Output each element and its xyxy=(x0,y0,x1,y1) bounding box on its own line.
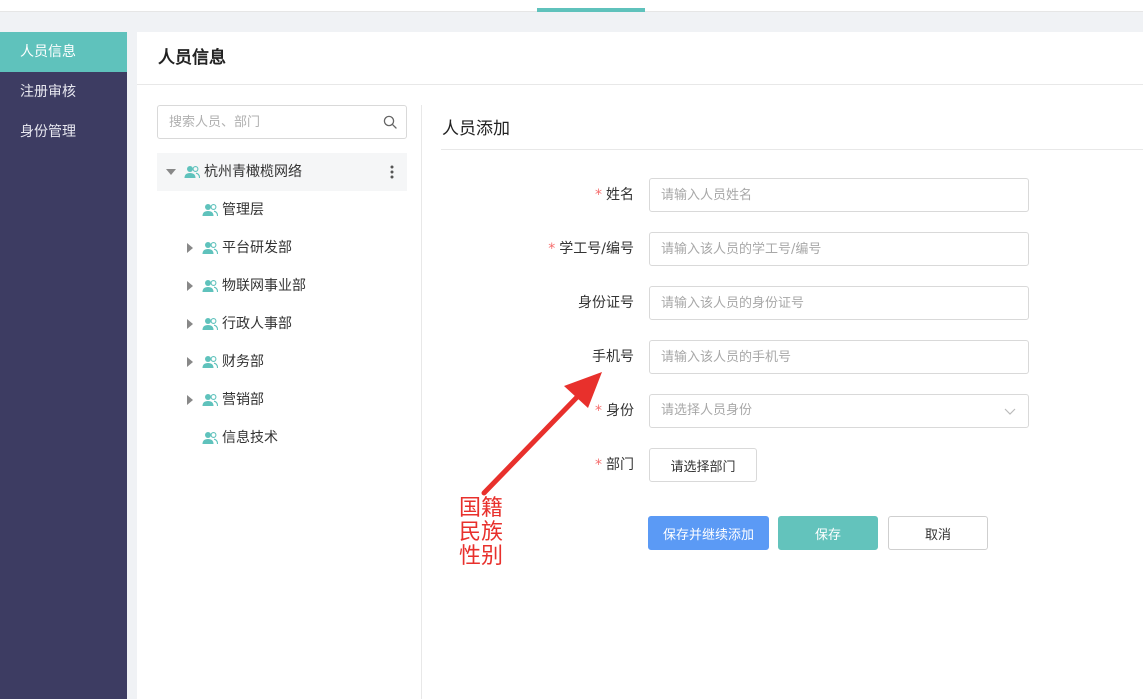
student-id-label: * 学工号/编号 xyxy=(548,241,634,257)
select-department-button[interactable]: 请选择部门 xyxy=(649,448,757,482)
form-row-student-id: * 学工号/编号 xyxy=(437,232,1037,266)
tree-node-platform-rd[interactable]: 平台研发部 xyxy=(157,229,407,267)
tree-node-finance[interactable]: 财务部 xyxy=(157,343,407,381)
users-icon xyxy=(202,242,218,255)
page-title: 人员信息 xyxy=(137,32,1143,85)
required-mark: * xyxy=(595,187,602,203)
name-label: * 姓名 xyxy=(595,187,634,203)
tree-node-label: 管理层 xyxy=(222,202,264,218)
tree-node-label: 物联网事业部 xyxy=(222,278,306,294)
phone-field-box xyxy=(649,340,1029,374)
save-and-continue-button[interactable]: 保存并继续添加 xyxy=(648,516,769,550)
users-icon xyxy=(202,432,218,445)
sidebar-item-identity-management[interactable]: 身份管理 xyxy=(0,112,127,152)
active-tab-indicator xyxy=(537,8,645,12)
tree-node-admin-hr[interactable]: 行政人事部 xyxy=(157,305,407,343)
caret-right-icon[interactable] xyxy=(184,305,196,343)
identity-select-placeholder: 请选择人员身份 xyxy=(661,403,753,418)
tree-node-label: 杭州青橄榄网络 xyxy=(204,164,302,180)
sidebar-item-registration-review[interactable]: 注册审核 xyxy=(0,72,127,112)
top-bar xyxy=(0,0,1143,12)
phone-input[interactable] xyxy=(650,341,1028,373)
tree-node-label: 行政人事部 xyxy=(222,316,292,332)
users-icon xyxy=(202,356,218,369)
users-icon xyxy=(202,280,218,293)
caret-down-icon[interactable] xyxy=(165,153,177,191)
tree-node-label: 平台研发部 xyxy=(222,240,292,256)
form-row-id-card: 身份证号 xyxy=(437,286,1037,320)
student-id-field-box xyxy=(649,232,1029,266)
caret-right-icon[interactable] xyxy=(184,229,196,267)
tree-node-it[interactable]: 信息技术 xyxy=(157,419,407,457)
student-id-input[interactable] xyxy=(650,233,1028,265)
users-icon xyxy=(202,318,218,331)
form-row-phone: 手机号 xyxy=(437,340,1037,374)
users-icon xyxy=(202,394,218,407)
users-icon xyxy=(184,166,200,179)
tree-node-root[interactable]: 杭州青橄榄网络 xyxy=(157,153,407,191)
name-input[interactable] xyxy=(650,179,1028,211)
more-vertical-icon[interactable] xyxy=(387,164,397,180)
main-panel: 人员信息 杭州青橄榄网络 xyxy=(137,32,1143,699)
identity-select[interactable]: 请选择人员身份 xyxy=(649,394,1029,428)
chevron-down-icon xyxy=(1004,408,1016,415)
sidebar-item-personnel-info[interactable]: 人员信息 xyxy=(0,32,127,72)
form-row-name: * 姓名 xyxy=(437,178,1037,212)
required-mark: * xyxy=(548,241,556,257)
name-field-box xyxy=(649,178,1029,212)
tree-node-label: 营销部 xyxy=(222,392,264,408)
id-card-input[interactable] xyxy=(650,287,1028,319)
tree-node-label: 财务部 xyxy=(222,354,264,370)
annotation-arrow-icon xyxy=(481,372,602,496)
tree-node-label: 信息技术 xyxy=(222,430,278,446)
search-input[interactable] xyxy=(158,106,406,138)
caret-right-icon[interactable] xyxy=(184,267,196,305)
id-card-label: 身份证号 xyxy=(578,295,634,311)
form-title-divider xyxy=(441,149,1143,150)
tree-node-management[interactable]: 管理层 xyxy=(157,191,407,229)
phone-label: 手机号 xyxy=(592,349,634,365)
sidebar: 人员信息 注册审核 身份管理 xyxy=(0,32,127,699)
annotation-note: 国籍民族性别 xyxy=(459,496,504,569)
panel-divider xyxy=(421,105,422,699)
cancel-button[interactable]: 取消 xyxy=(888,516,988,550)
search-icon[interactable] xyxy=(383,115,397,129)
tree-node-iot[interactable]: 物联网事业部 xyxy=(157,267,407,305)
search-box xyxy=(157,105,407,139)
caret-right-icon[interactable] xyxy=(184,343,196,381)
tree-node-marketing[interactable]: 营销部 xyxy=(157,381,407,419)
users-icon xyxy=(202,204,218,217)
id-card-field-box xyxy=(649,286,1029,320)
org-tree: 杭州青橄榄网络 管理层 平台研发部 物联网事业部 行政人事部 财务部 营销部 信… xyxy=(157,153,407,457)
org-tree-panel: 杭州青橄榄网络 管理层 xyxy=(157,105,407,457)
form-title: 人员添加 xyxy=(442,119,510,139)
caret-right-icon[interactable] xyxy=(184,381,196,419)
save-button[interactable]: 保存 xyxy=(778,516,878,550)
